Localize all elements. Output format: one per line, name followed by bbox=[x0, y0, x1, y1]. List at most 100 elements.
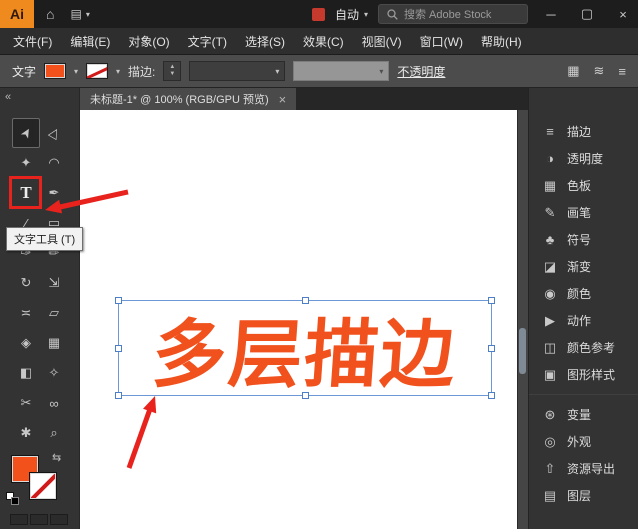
search-placeholder: 搜索 Adobe Stock bbox=[404, 9, 492, 21]
lasso-tool-icon: ◠ bbox=[48, 155, 60, 170]
maximize-button[interactable]: ▢ bbox=[574, 0, 600, 28]
gpu-performance-icon[interactable] bbox=[311, 7, 325, 21]
panel-item-appearance[interactable]: ◎ 外观 bbox=[529, 428, 638, 455]
eyedropper-tool[interactable]: ✧ bbox=[40, 358, 68, 388]
selection-handle[interactable] bbox=[488, 392, 495, 399]
flow-options-icon[interactable]: ≋ bbox=[594, 63, 605, 79]
draw-behind-button[interactable] bbox=[30, 514, 48, 525]
pen-tool-icon: ✒ bbox=[48, 185, 60, 200]
controlbar-icons: ▦ ≋ ≡ bbox=[567, 63, 626, 79]
stroke-weight-dropdown[interactable]: ▾ bbox=[189, 61, 286, 81]
stroke-indicator[interactable] bbox=[30, 473, 56, 499]
selection-handle[interactable] bbox=[488, 297, 495, 304]
minimize-button[interactable]: ─ bbox=[538, 0, 564, 28]
chevron-down-icon[interactable]: ▾ bbox=[116, 67, 120, 76]
tools-grid: ➤ ▷ ✦ ◠ T ✒ ∕ ▭ ✑ ✏ ↻ ⇲ ≍ ▱ ◈ ▦ ◧ ✧ ✂ ∞ … bbox=[12, 118, 68, 448]
panel-item-color[interactable]: ◉ 颜色 bbox=[529, 280, 638, 307]
swap-fill-stroke-icon[interactable]: ⇆ bbox=[52, 451, 61, 464]
tab-close-icon[interactable]: × bbox=[279, 92, 287, 107]
hand-tool[interactable]: ✱ bbox=[12, 418, 40, 448]
direct-selection-tool[interactable]: ▷ bbox=[40, 118, 68, 148]
magic-wand-tool-icon: ✦ bbox=[20, 155, 32, 170]
stroke-color-swatch[interactable] bbox=[86, 63, 109, 79]
draw-normal-button[interactable] bbox=[10, 514, 28, 525]
mesh-tool[interactable]: ▦ bbox=[40, 328, 68, 358]
selection-handle[interactable] bbox=[302, 392, 309, 399]
panel-item-symbols[interactable]: ♣ 符号 bbox=[529, 226, 638, 253]
width-tool-icon: ≍ bbox=[20, 305, 32, 320]
panel-item-transparency[interactable]: ◑ 透明度 bbox=[529, 145, 638, 172]
rotate-tool[interactable]: ↻ bbox=[12, 268, 40, 298]
pen-tool[interactable]: ✒ bbox=[40, 178, 68, 208]
gradient-panel-icon: ◪ bbox=[543, 258, 557, 274]
magic-wand-tool[interactable]: ✦ bbox=[12, 148, 40, 178]
panel-item-swatches[interactable]: ▦ 色板 bbox=[529, 172, 638, 199]
menu-effect[interactable]: 效果(C) bbox=[294, 33, 353, 50]
panel-item-asset-export[interactable]: ⇧ 资源导出 bbox=[529, 455, 638, 482]
selection-tool-icon: ➤ bbox=[16, 124, 35, 142]
default-fill-stroke-icon[interactable] bbox=[6, 492, 19, 505]
selection-handle[interactable] bbox=[302, 297, 309, 304]
free-transform-tool[interactable]: ▱ bbox=[40, 298, 68, 328]
menu-type[interactable]: 文字(T) bbox=[179, 33, 236, 50]
stroke-weight-stepper[interactable]: ▲ ▼ bbox=[163, 61, 182, 81]
workspace-switcher[interactable]: ▤ ▾ bbox=[70, 7, 89, 21]
vertical-scrollbar[interactable] bbox=[517, 110, 528, 529]
selection-handle[interactable] bbox=[115, 392, 122, 399]
home-icon[interactable]: ⌂ bbox=[46, 6, 54, 22]
context-label: 文字 bbox=[12, 64, 37, 79]
scale-tool[interactable]: ⇲ bbox=[40, 268, 68, 298]
width-tool[interactable]: ≍ bbox=[12, 298, 40, 328]
draw-inside-button[interactable] bbox=[50, 514, 68, 525]
layers-panel-icon: ▤ bbox=[543, 487, 557, 503]
panel-item-actions[interactable]: ▶ 动作 bbox=[529, 307, 638, 334]
panel-item-graphic-styles[interactable]: ▣ 图形样式 bbox=[529, 361, 638, 388]
illustrator-window: Ai ⌂ ▤ ▾ 自动 ▾ 搜索 Adobe Stock ─ ▢ × 文件(F)… bbox=[0, 0, 638, 529]
scissors-tool[interactable]: ✂ bbox=[12, 388, 40, 418]
menu-view[interactable]: 视图(V) bbox=[353, 33, 411, 50]
collapse-panel-icon[interactable]: « bbox=[5, 91, 11, 103]
selection-handle[interactable] bbox=[115, 297, 122, 304]
panel-dock: ≡ 描边 ◑ 透明度 ▦ 色板 ✎ 画笔 ♣ 符号 ◪ 渐变 ◉ 颜色 ▶ 动作 ◫ 颜色参考 ▣… bbox=[528, 88, 638, 529]
panel-item-gradient[interactable]: ◪ 渐变 bbox=[529, 253, 638, 280]
stock-search-input[interactable]: 搜索 Adobe Stock bbox=[378, 4, 528, 24]
menu-object[interactable]: 对象(O) bbox=[119, 33, 178, 50]
panel-item-label: 图层 bbox=[567, 489, 592, 503]
fill-color-swatch[interactable] bbox=[44, 63, 67, 79]
selection-tool[interactable]: ➤ bbox=[12, 118, 40, 148]
menu-help[interactable]: 帮助(H) bbox=[472, 33, 531, 50]
align-grid-icon[interactable]: ▦ bbox=[567, 63, 579, 79]
panel-item-stroke[interactable]: ≡ 描边 bbox=[529, 118, 638, 145]
direct-selection-tool-icon: ▷ bbox=[44, 124, 63, 141]
document-tab[interactable]: 未标题-1* @ 100% (RGB/GPU 预览) × bbox=[80, 88, 297, 110]
vertical-scrollbar-thumb[interactable] bbox=[519, 328, 526, 374]
zoom-tool[interactable]: ⌕ bbox=[40, 418, 68, 448]
selection-handle[interactable] bbox=[115, 345, 122, 352]
graphic-styles-panel-icon: ▣ bbox=[543, 366, 557, 382]
stroke-label[interactable]: 描边: bbox=[128, 63, 155, 80]
close-button[interactable]: × bbox=[610, 0, 636, 28]
selection-handle[interactable] bbox=[488, 345, 495, 352]
eyedropper-tool-icon: ✧ bbox=[48, 365, 60, 380]
panel-item-color-guide[interactable]: ◫ 颜色参考 bbox=[529, 334, 638, 361]
blend-tool[interactable]: ∞ bbox=[40, 388, 68, 418]
shape-builder-tool[interactable]: ◈ bbox=[12, 328, 40, 358]
panel-item-brushes[interactable]: ✎ 画笔 bbox=[529, 199, 638, 226]
scale-tool-icon: ⇲ bbox=[48, 275, 60, 290]
opacity-link[interactable]: 不透明度 bbox=[397, 63, 445, 80]
menu-select[interactable]: 选择(S) bbox=[236, 33, 294, 50]
gradient-tool[interactable]: ◧ bbox=[12, 358, 40, 388]
panel-item-variables[interactable]: ⊛ 变量 bbox=[529, 401, 638, 428]
chevron-down-icon[interactable]: ▾ bbox=[74, 67, 78, 76]
panel-item-layers[interactable]: ▤ 图层 bbox=[529, 482, 638, 509]
menu-window[interactable]: 窗口(W) bbox=[411, 33, 472, 50]
lasso-tool[interactable]: ◠ bbox=[40, 148, 68, 178]
stepper-down-icon[interactable]: ▼ bbox=[169, 71, 175, 78]
menu-edit[interactable]: 编辑(E) bbox=[61, 33, 119, 50]
auto-dropdown[interactable]: 自动 ▾ bbox=[335, 6, 368, 23]
panel-menu-icon[interactable]: ≡ bbox=[618, 64, 626, 79]
draw-mode-buttons bbox=[10, 514, 68, 525]
stepper-up-icon[interactable]: ▲ bbox=[169, 64, 175, 71]
chevron-down-icon: ▾ bbox=[363, 9, 368, 19]
menu-file[interactable]: 文件(F) bbox=[4, 33, 61, 50]
